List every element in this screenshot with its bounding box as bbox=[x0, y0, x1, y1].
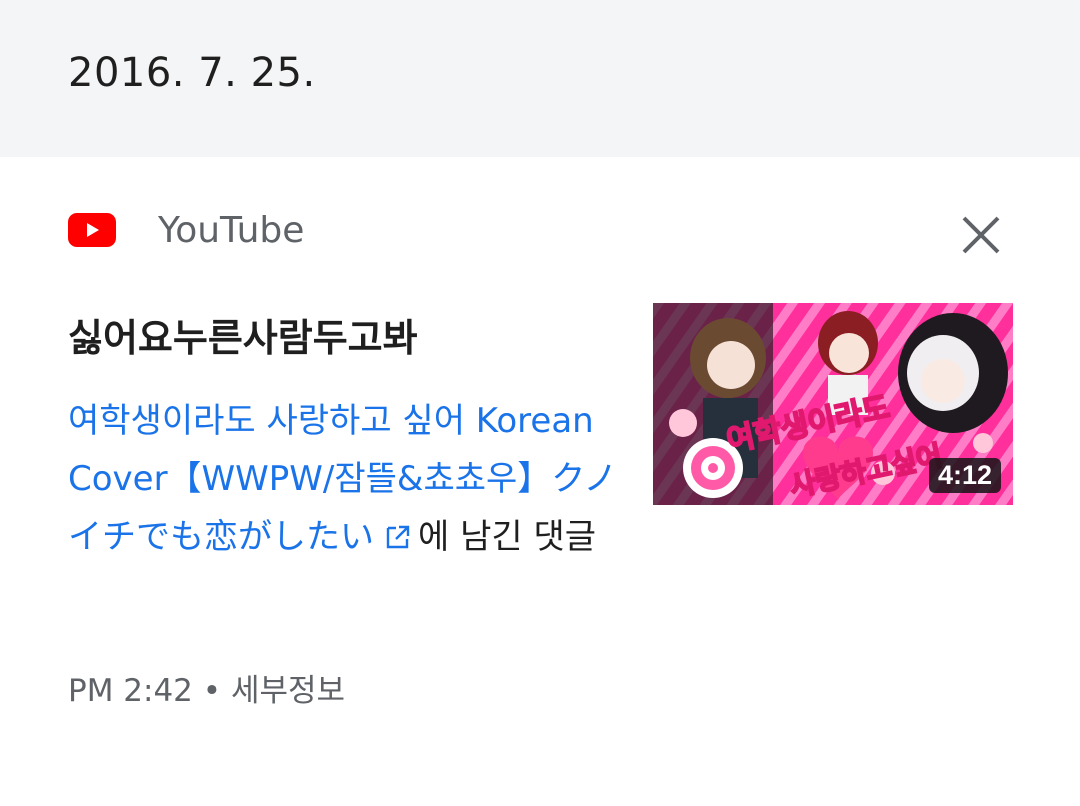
video-duration: 4:12 bbox=[928, 458, 1001, 493]
source-name: YouTube bbox=[158, 209, 305, 251]
timestamp: PM 2:42 bbox=[68, 673, 193, 709]
activity-card[interactable]: YouTube 싫어요누른사람두고봐 여학생이라도 사랑하고 싶어 Korean… bbox=[0, 157, 1080, 806]
comment-title: 싫어요누른사람두고봐 bbox=[68, 316, 418, 360]
close-icon bbox=[962, 216, 1000, 254]
source-row: YouTube bbox=[68, 205, 304, 255]
close-button[interactable] bbox=[955, 209, 1007, 261]
date-label: 2016. 7. 25. bbox=[68, 50, 316, 96]
separator-dot: • bbox=[202, 673, 222, 709]
details-link[interactable]: 세부정보 bbox=[231, 673, 345, 709]
open-in-new-icon bbox=[386, 525, 410, 549]
youtube-logo-icon bbox=[68, 213, 116, 247]
comment-suffix: 에 남긴 댓글 bbox=[418, 517, 597, 557]
video-thumbnail[interactable]: 여학생이라도 사랑하고싶어 4:12 bbox=[653, 303, 1013, 505]
activity-description: 여학생이라도 사랑하고 싶어 Korean Cover【WWPW/잠뜰&쵸쵸우】… bbox=[68, 392, 638, 566]
date-header: 2016. 7. 25. bbox=[0, 0, 1080, 157]
meta-row: PM 2:42 • 세부정보 bbox=[68, 665, 345, 710]
